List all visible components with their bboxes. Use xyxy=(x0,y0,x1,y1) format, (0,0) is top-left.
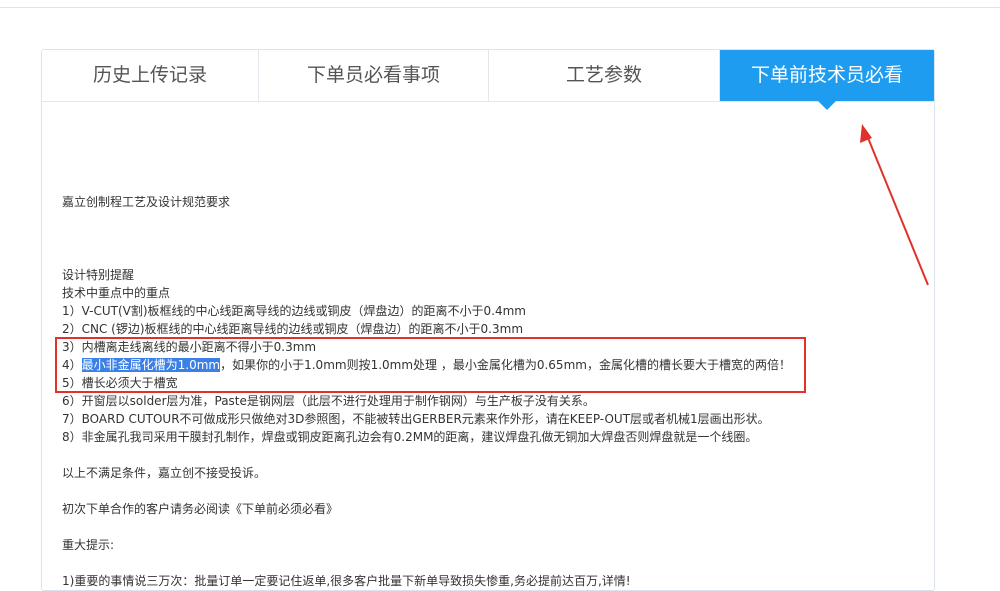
annotation-arrow-icon xyxy=(860,124,929,286)
